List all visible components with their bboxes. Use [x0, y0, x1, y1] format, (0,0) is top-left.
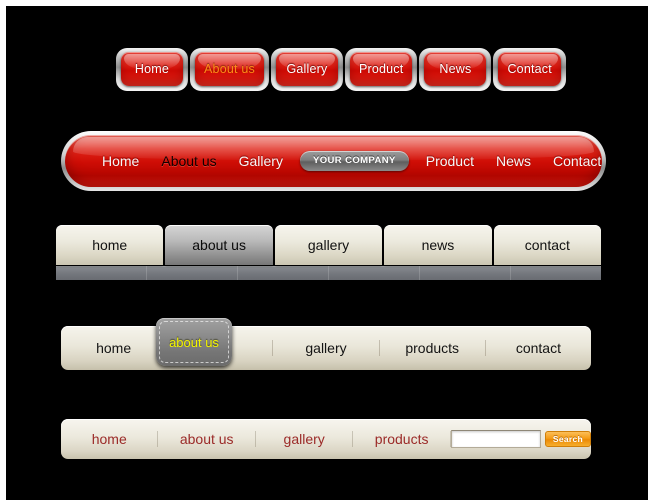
nav-label: Home — [134, 62, 170, 76]
nav-item-products[interactable]: products — [380, 340, 486, 356]
navbar-red-chrome-buttons: Home About us Gallery Product News Conta… — [116, 48, 568, 91]
nav-item-about-us-active-tab[interactable]: about us — [156, 318, 232, 366]
tab-strip: home about us gallery news contact — [56, 225, 602, 265]
navbar-cream-tabs: home about us gallery news contact — [56, 225, 602, 280]
nav-item-gallery[interactable]: gallery — [256, 431, 354, 447]
brand-badge[interactable]: YOUR COMPANY — [299, 151, 409, 171]
nav-label: Contact — [507, 62, 552, 76]
nav-label: Gallery — [286, 62, 328, 76]
nav-label: about us — [169, 334, 219, 350]
nav-item-home[interactable]: home — [61, 340, 168, 356]
nav-link-about-us[interactable]: About us — [150, 153, 227, 169]
tab-about-us[interactable]: about us — [165, 225, 273, 265]
strip-segment — [56, 266, 147, 280]
search-cell: Search — [450, 430, 592, 448]
strip-segment — [511, 266, 601, 280]
nav-link-news[interactable]: News — [485, 153, 542, 169]
nav-link-gallery[interactable]: Gallery — [228, 153, 294, 169]
strip-segment — [147, 266, 238, 280]
nav-label: News — [439, 62, 472, 76]
nav-item-home[interactable]: home — [61, 431, 159, 447]
nav-button-contact[interactable]: Contact — [493, 48, 566, 91]
nav-link-home[interactable]: Home — [91, 153, 150, 169]
tab-underline-strip — [56, 266, 601, 280]
nav-item-products[interactable]: products — [353, 431, 451, 447]
tab-contact[interactable]: contact — [493, 225, 602, 265]
nav-button-about-us[interactable]: About us — [190, 48, 269, 91]
search-button[interactable]: Search — [544, 431, 592, 447]
page-canvas: Home About us Gallery Product News Conta… — [6, 6, 648, 500]
tab-home[interactable]: home — [56, 225, 164, 265]
strip-segment — [329, 266, 420, 280]
navbar-cream-raised-tab: home gallery products contact — [61, 326, 591, 370]
nav-label: About us — [204, 62, 255, 76]
navbar-red-glossy-bar: Home About us Gallery YOUR COMPANY Produ… — [61, 131, 606, 191]
nav-button-product[interactable]: Product — [344, 48, 418, 91]
nav-label: Product — [358, 62, 404, 76]
nav-item-about-us[interactable]: about us — [158, 431, 256, 447]
navbar-cream-search: home about us gallery products Search — [61, 419, 592, 459]
nav-link-contact[interactable]: Contact — [542, 153, 602, 169]
tab-news[interactable]: news — [384, 225, 492, 265]
nav-item-gallery[interactable]: gallery — [273, 340, 380, 356]
tab-gallery[interactable]: gallery — [274, 225, 383, 265]
nav-button-home[interactable]: Home — [116, 48, 188, 91]
nav-item-contact[interactable]: contact — [486, 340, 591, 356]
strip-segment — [420, 266, 511, 280]
nav-link-product[interactable]: Product — [415, 153, 485, 169]
nav-button-news[interactable]: News — [419, 48, 492, 91]
search-input[interactable] — [450, 430, 541, 448]
strip-segment — [238, 266, 329, 280]
nav-button-gallery[interactable]: Gallery — [270, 48, 343, 91]
